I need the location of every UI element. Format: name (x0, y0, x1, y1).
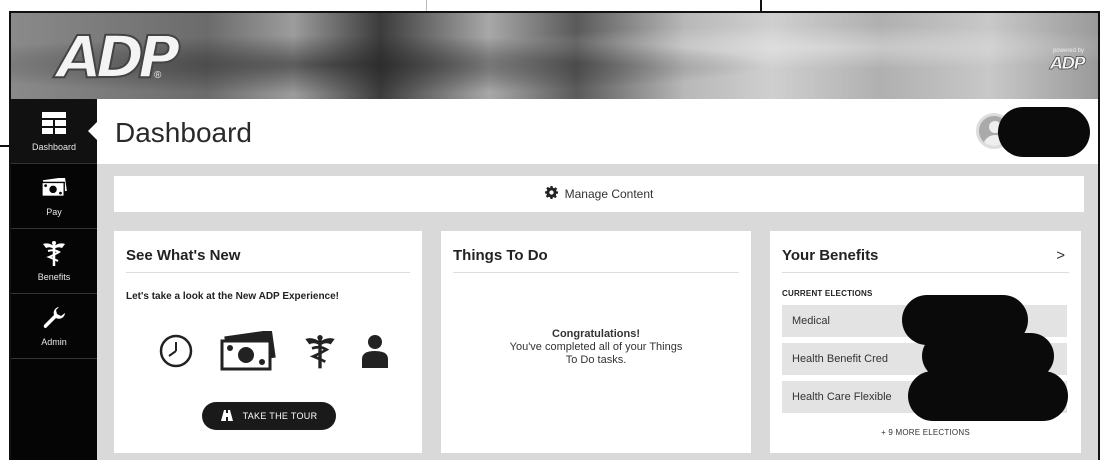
caduceus-icon (41, 240, 67, 266)
sidebar-item-label: Admin (41, 337, 67, 347)
sidebar-item-benefits[interactable]: Benefits (11, 229, 97, 294)
money-icon (41, 175, 67, 201)
powered-by-logo: ADP (1050, 54, 1086, 75)
your-benefits-card: Your Benefits > CURRENT ELECTIONS Medica… (770, 231, 1081, 453)
main-content: Dashboard Manage Content See What's New … (97, 99, 1098, 460)
callout-line-top-right (760, 0, 762, 11)
title-bar: Dashboard (97, 99, 1098, 164)
gear-icon (544, 186, 558, 202)
card-title: See What's New (126, 247, 241, 264)
sidebar-item-pay[interactable]: Pay (11, 164, 97, 229)
person-icon (362, 334, 388, 373)
app-window: ADP ® powered by ADP Dashboard Pay Benef… (9, 11, 1100, 460)
clock-icon (158, 333, 194, 374)
more-elections-link[interactable]: + 9 MORE ELECTIONS (770, 428, 1081, 437)
redacted-user-name (998, 107, 1090, 157)
feature-icons (158, 329, 388, 376)
sidebar: Dashboard Pay Benefits Admin (11, 99, 98, 460)
dashboard-icon (41, 110, 67, 136)
card-subtitle: Let's take a look at the New ADP Experie… (126, 291, 340, 302)
page-title: Dashboard (115, 117, 252, 148)
registered-mark: ® (154, 70, 162, 81)
manage-content-label: Manage Content (564, 187, 654, 201)
take-the-tour-button[interactable]: TAKE THE TOUR (202, 402, 336, 430)
sidebar-item-label: Pay (46, 207, 62, 217)
divider (126, 272, 410, 273)
message-title: Congratulations! (552, 328, 640, 340)
sidebar-item-label: Dashboard (31, 142, 77, 152)
empty-state-message: Congratulations! You've completed all of… (441, 328, 751, 367)
section-label: CURRENT ELECTIONS (782, 289, 873, 298)
divider (782, 272, 1069, 273)
divider (453, 272, 739, 273)
manage-content-button[interactable]: Manage Content (114, 176, 1084, 212)
tour-button-label: TAKE THE TOUR (242, 411, 318, 421)
message-line: You've completed all of your Things (509, 341, 683, 353)
money-icon (220, 329, 278, 376)
redacted-value (908, 371, 1068, 421)
powered-by-badge: powered by ADP (1050, 48, 1086, 75)
things-to-do-card: Things To Do Congratulations! You've com… (441, 231, 751, 453)
message-line: To Do tasks. (565, 354, 627, 366)
caduceus-icon (304, 333, 336, 374)
see-whats-new-card: See What's New Let's take a look at the … (114, 231, 422, 453)
sidebar-item-admin[interactable]: Admin (11, 294, 97, 359)
wrench-icon (41, 305, 67, 331)
sidebar-item-dashboard[interactable]: Dashboard (11, 99, 98, 164)
sidebar-item-label: Benefits (37, 272, 71, 282)
card-title[interactable]: Your Benefits (782, 247, 878, 264)
card-title: Things To Do (453, 247, 548, 264)
callout-line-top (426, 0, 427, 11)
chevron-right-icon[interactable]: > (1056, 247, 1065, 264)
map-icon (220, 409, 233, 423)
